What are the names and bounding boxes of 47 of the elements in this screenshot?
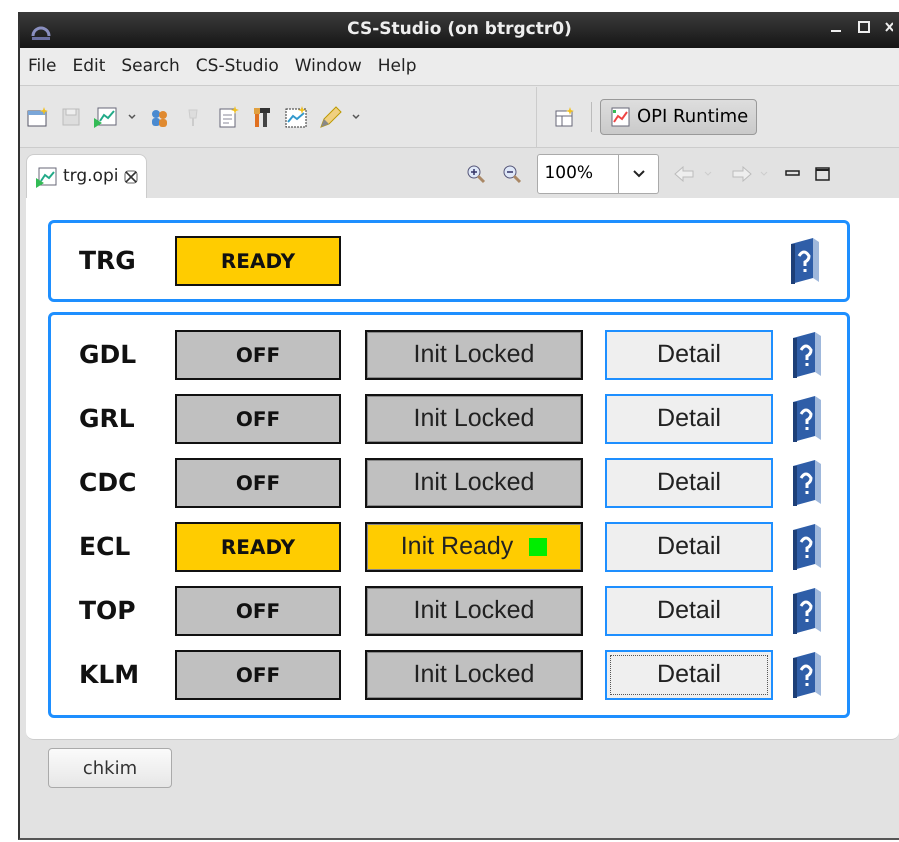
chart-icon [35,166,57,188]
detail-button[interactable]: Detail [605,650,773,700]
device-label: TOP [78,595,137,628]
close-icon[interactable] [124,170,138,184]
menu-item[interactable]: Help [370,54,425,80]
caret-icon [632,169,646,179]
zoom-out-icon[interactable] [501,163,524,185]
zoom-field[interactable]: 100% [537,154,620,194]
status-indicator: OFF [175,650,341,700]
status-indicator: OFF [175,458,341,508]
detail-button[interactable]: Detail [605,330,773,380]
close-icon[interactable] [885,20,893,34]
device-label: TRG [78,245,137,278]
perspective-button[interactable]: OPI Runtime [600,98,758,134]
device-label: GDL [78,339,138,372]
menu-item[interactable]: Search [113,54,188,80]
chart-icon [609,106,631,128]
menu-item[interactable]: CS-Studio [188,54,287,80]
init-indicator: Init Locked [365,586,583,636]
status-indicator: READY [175,522,341,572]
detail-button[interactable]: Detail [605,522,773,572]
detail-button[interactable]: Detail [605,586,773,636]
menu-item[interactable]: Edit [64,54,114,80]
zoom-in-icon[interactable] [465,163,488,185]
maximize-icon[interactable] [815,166,832,182]
init-indicator: Init Locked [365,394,583,444]
editor-tab[interactable]: trg.opi [26,154,148,198]
status-indicator: OFF [175,330,341,380]
menu-item[interactable]: Window [286,54,370,80]
device-label: ECL [78,531,132,564]
user-button[interactable]: chkim [48,748,172,788]
caret-icon[interactable] [127,112,137,120]
init-indicator: Init Locked [365,330,583,380]
init-indicator: Init Locked [365,650,583,700]
device-label: CDC [78,467,138,500]
window-title: CS-Studio (on btrgctr0) [347,18,572,42]
init-indicator: Init Locked [365,458,583,508]
init-indicator: Init Ready [365,522,583,572]
caret-icon[interactable] [351,112,361,120]
menu-item[interactable]: File [20,54,64,80]
status-indicator: OFF [175,394,341,444]
detail-button[interactable]: Detail [605,394,773,444]
device-label: GRL [78,403,136,436]
status-indicator: OFF [175,586,341,636]
device-label: KLM [78,659,140,692]
detail-button[interactable]: Detail [605,458,773,508]
status-indicator: READY [175,236,341,286]
